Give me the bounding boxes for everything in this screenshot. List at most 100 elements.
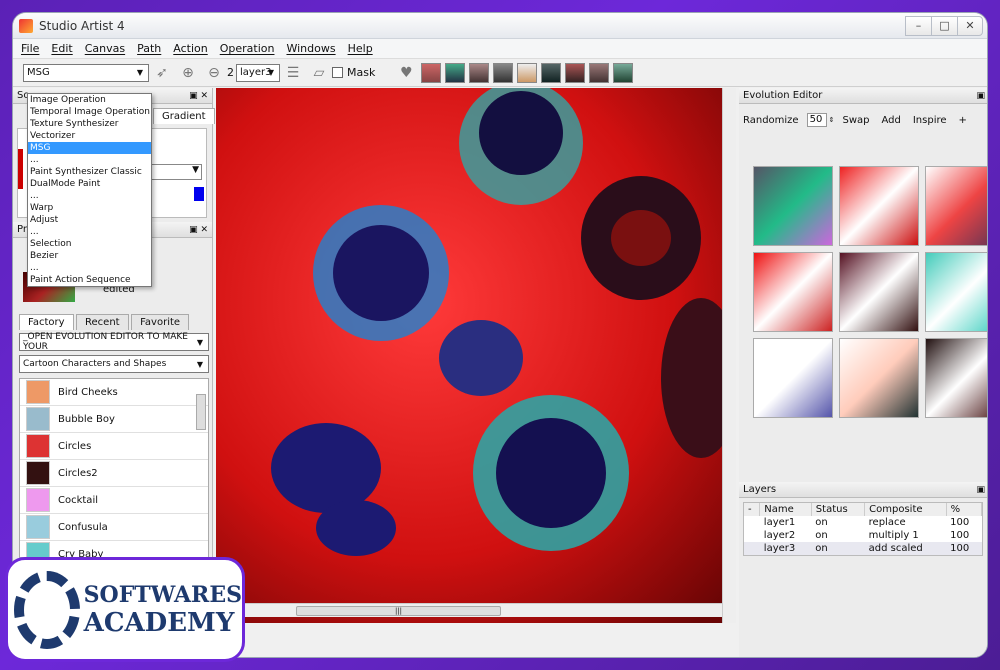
source-thumb-7[interactable] <box>565 62 586 83</box>
preset-list-scrollbar[interactable] <box>196 394 206 430</box>
menu-item[interactable]: Texture Synthesizer <box>28 118 151 130</box>
panel-controls-icon[interactable]: ▣ ✕ <box>189 91 208 101</box>
evolution-variant[interactable] <box>753 166 833 246</box>
color-swatch[interactable] <box>194 187 204 201</box>
list-item[interactable]: Confusula <box>20 514 208 541</box>
column-header[interactable]: Composite <box>864 503 947 516</box>
menu-help[interactable]: Help <box>348 42 373 55</box>
menu-item[interactable]: MSG <box>28 142 151 154</box>
list-item[interactable]: Circles2 <box>20 460 208 487</box>
evolution-variant[interactable] <box>753 338 833 418</box>
evolution-variant[interactable] <box>753 252 833 332</box>
menu-file[interactable]: File <box>21 42 39 55</box>
list-item[interactable]: Circles <box>20 433 208 460</box>
category-select-value: Cartoon Characters and Shapes <box>23 359 167 369</box>
minimize-button[interactable]: – <box>905 15 931 36</box>
panel-controls-icon[interactable]: ▣ <box>976 91 985 101</box>
heart-icon[interactable]: ♥ <box>396 63 416 83</box>
chevron-down-icon: ▼ <box>267 68 275 77</box>
inspire-button[interactable]: Inspire <box>913 115 947 126</box>
plus-button[interactable]: + <box>959 115 967 126</box>
menu-operation[interactable]: Operation <box>220 42 275 55</box>
menu-item[interactable]: Bezier <box>28 250 151 262</box>
mask-checkbox[interactable] <box>332 67 343 78</box>
menu-windows[interactable]: Windows <box>286 42 335 55</box>
table-row[interactable]: layer3 on add scaled 100 <box>744 542 982 555</box>
source-thumb-2[interactable] <box>445 62 466 83</box>
randomize-button[interactable]: Randomize <box>743 115 799 126</box>
column-header[interactable]: - <box>744 503 761 516</box>
close-button[interactable]: ✕ <box>957 15 983 36</box>
panel-controls-icon[interactable]: ▣ ✕ <box>189 225 208 235</box>
evolution-variant[interactable] <box>925 252 987 332</box>
menu-path[interactable]: Path <box>137 42 161 55</box>
list-item[interactable]: Cry Baby <box>20 541 208 557</box>
chevron-down-icon: ▼ <box>136 68 144 77</box>
table-row[interactable]: layer1 on replace 100 <box>744 516 982 529</box>
menu-item[interactable]: DualMode Paint <box>28 178 151 190</box>
source-thumb-1[interactable] <box>421 62 442 83</box>
brush-icon[interactable]: ➶ <box>152 63 172 83</box>
source-thumb-4[interactable] <box>493 62 514 83</box>
source-thumb-3[interactable] <box>469 62 490 83</box>
scrollbar-thumb[interactable]: ||| <box>296 606 501 616</box>
menu-item[interactable]: ... <box>28 190 151 202</box>
app-icon <box>19 18 33 33</box>
menu-item[interactable]: Warp <box>28 202 151 214</box>
layers-table: - Name Status Composite % layer1 on replac… <box>744 503 983 555</box>
canvas-horizontal-scrollbar[interactable]: ||| <box>216 603 722 617</box>
add-button[interactable]: Add <box>881 115 900 126</box>
menu-item[interactable]: Vectorizer <box>28 130 151 142</box>
zoom-out-icon[interactable]: ⊖ <box>204 63 224 83</box>
menu-canvas[interactable]: Canvas <box>85 42 125 55</box>
menu-item[interactable]: Paint Action Sequence <box>28 274 151 286</box>
list-item[interactable]: Cocktail <box>20 487 208 514</box>
source-thumb-6[interactable] <box>541 62 562 83</box>
source-thumb-8[interactable] <box>589 62 610 83</box>
source-thumb-9[interactable] <box>613 62 634 83</box>
preset-label: Cocktail <box>58 494 98 506</box>
panel-controls-icon[interactable]: ▣ <box>976 485 985 495</box>
menu-item[interactable]: Image Operation <box>28 94 151 106</box>
swap-button[interactable]: Swap <box>842 115 869 126</box>
operation-select[interactable]: MSG ▼ <box>23 63 149 82</box>
list-item[interactable]: Bubble Boy <box>20 406 208 433</box>
evolution-select[interactable]: _OPEN EVOLUTION EDITOR TO MAKE YOUR ▼ <box>19 332 209 352</box>
column-header[interactable]: Status <box>811 503 866 516</box>
maximize-button[interactable]: □ <box>931 15 957 36</box>
list-icon[interactable]: ☰ <box>283 63 303 83</box>
menu-action[interactable]: Action <box>173 42 207 55</box>
column-header[interactable]: Name <box>759 503 812 516</box>
list-item[interactable]: Bird Cheeks <box>20 379 208 406</box>
menu-item[interactable]: ... <box>28 154 151 166</box>
evolution-variant[interactable] <box>839 166 919 246</box>
menu-item[interactable]: ... <box>28 226 151 238</box>
layer-select[interactable]: layer3 ▼ <box>236 63 280 82</box>
menu-item[interactable]: Selection <box>28 238 151 250</box>
menu-item[interactable]: ... <box>28 262 151 274</box>
menu-item[interactable]: Paint Synthesizer Classic <box>28 166 151 178</box>
canvas[interactable] <box>216 88 736 623</box>
randomize-value-input[interactable]: 50 <box>806 113 827 127</box>
spinner-icon[interactable]: ⇕ <box>829 116 835 124</box>
column-header[interactable]: % <box>946 503 983 516</box>
evolution-variant[interactable] <box>925 338 987 418</box>
tab-favorite[interactable]: Favorite <box>131 314 190 330</box>
evolution-variant[interactable] <box>839 252 919 332</box>
category-select[interactable]: Cartoon Characters and Shapes ▼ <box>19 355 209 373</box>
canvas-vertical-scrollbar[interactable] <box>722 88 736 623</box>
menu-item[interactable]: Adjust <box>28 214 151 226</box>
tab-factory[interactable]: Factory <box>19 314 74 330</box>
evolution-variant[interactable] <box>925 166 987 246</box>
zoom-in-icon[interactable]: ⊕ <box>178 63 198 83</box>
tab-gradient[interactable]: Gradient <box>153 108 215 124</box>
source-thumb-5[interactable] <box>517 62 538 83</box>
layer-composite: replace <box>868 517 906 528</box>
tab-recent[interactable]: Recent <box>76 314 129 330</box>
menu-item[interactable]: Temporal Image Operation <box>28 106 151 118</box>
menu-edit[interactable]: Edit <box>51 42 72 55</box>
preset-list: Bird Cheeks Bubble Boy Circles Circles2 … <box>19 378 209 558</box>
evolution-variant[interactable] <box>839 338 919 418</box>
table-row[interactable]: layer2 on multiply 1 100 <box>744 529 982 542</box>
eraser-icon[interactable]: ▱ <box>309 63 329 83</box>
